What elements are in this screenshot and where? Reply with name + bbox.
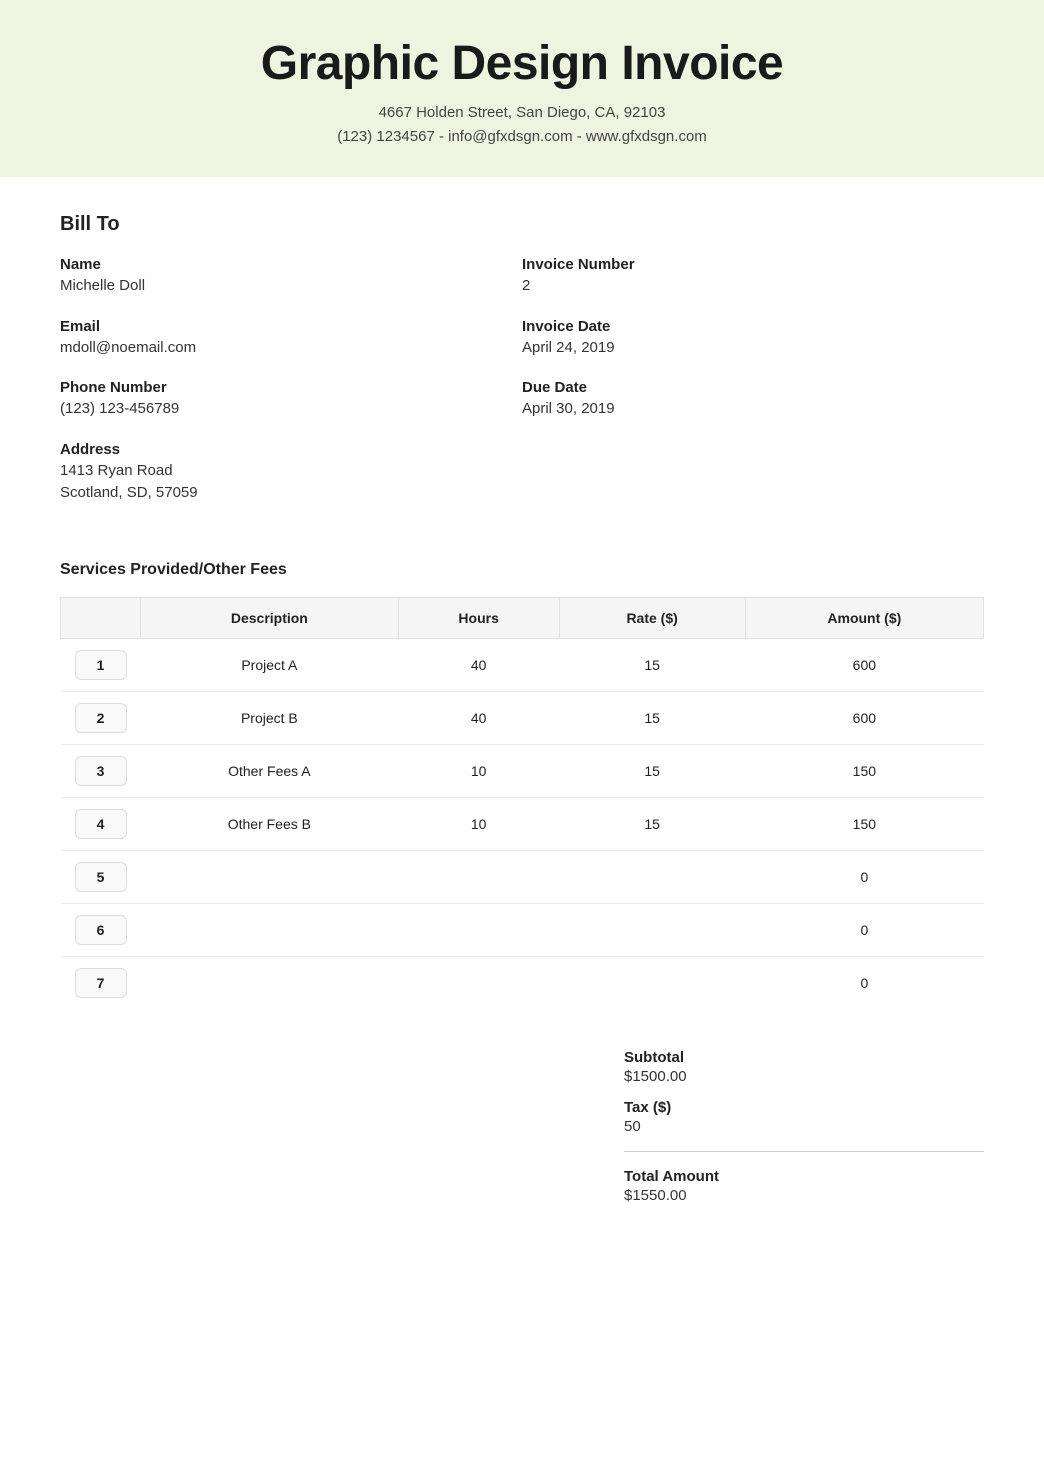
address-line2: (123) 1234567 - info@gfxdsgn.com - www.g… [40,125,1004,149]
row-hours: 10 [398,744,559,797]
row-hours [398,850,559,903]
address-value: 1413 Ryan Road Scotland, SD, 57059 [60,460,522,505]
email-value: mdoll@noemail.com [60,337,522,360]
row-rate [559,903,745,956]
billing-left: Name Michelle Doll Email mdoll@noemail.c… [60,256,522,525]
row-amount: 0 [745,903,983,956]
col-description: Description [141,597,399,638]
row-rate: 15 [559,744,745,797]
col-num [61,597,141,638]
row-amount: 600 [745,638,983,691]
due-date-label: Due Date [522,379,984,396]
due-date-value: April 30, 2019 [522,398,984,421]
tax-label: Tax ($) [624,1099,984,1116]
row-amount: 0 [745,956,983,1009]
row-amount: 150 [745,797,983,850]
subtotal-row: Subtotal $1500.00 [624,1049,984,1085]
name-value: Michelle Doll [60,275,522,298]
row-number: 1 [61,638,141,691]
totals-divider [624,1151,984,1152]
row-description: Project B [141,691,399,744]
table-row: 3 Other Fees A 10 15 150 [61,744,984,797]
row-number: 4 [61,797,141,850]
row-hours: 40 [398,691,559,744]
row-rate: 15 [559,638,745,691]
invoice-number-label: Invoice Number [522,256,984,273]
tax-value: 50 [624,1118,984,1135]
due-date-field: Due Date April 30, 2019 [522,379,984,421]
row-hours [398,903,559,956]
table-row: 6 0 [61,903,984,956]
totals-box: Subtotal $1500.00 Tax ($) 50 Total Amoun… [624,1049,984,1218]
row-description: Other Fees B [141,797,399,850]
row-description [141,903,399,956]
row-hours: 10 [398,797,559,850]
row-number: 6 [61,903,141,956]
invoice-date-field: Invoice Date April 24, 2019 [522,318,984,360]
invoice-header: Graphic Design Invoice 4667 Holden Stree… [0,0,1044,177]
row-amount: 150 [745,744,983,797]
row-rate: 15 [559,797,745,850]
name-label: Name [60,256,522,273]
row-hours [398,956,559,1009]
totals-section: Subtotal $1500.00 Tax ($) 50 Total Amoun… [60,1049,984,1218]
total-value: $1550.00 [624,1187,984,1204]
phone-value: (123) 123-456789 [60,398,522,421]
table-row: 2 Project B 40 15 600 [61,691,984,744]
email-label: Email [60,318,522,335]
billing-info: Name Michelle Doll Email mdoll@noemail.c… [60,256,984,525]
services-table: Description Hours Rate ($) Amount ($) 1 … [60,597,984,1009]
table-row: 5 0 [61,850,984,903]
row-description: Project A [141,638,399,691]
row-description [141,956,399,1009]
phone-label: Phone Number [60,379,522,396]
row-amount: 0 [745,850,983,903]
row-description [141,850,399,903]
address-line1: 1413 Ryan Road [60,460,522,483]
total-label: Total Amount [624,1168,984,1185]
address-field: Address 1413 Ryan Road Scotland, SD, 570… [60,441,522,505]
row-number: 2 [61,691,141,744]
invoice-number-value: 2 [522,275,984,298]
table-row: 7 0 [61,956,984,1009]
tax-row: Tax ($) 50 [624,1099,984,1135]
row-amount: 600 [745,691,983,744]
total-amount-row: Total Amount $1550.00 [624,1168,984,1204]
row-hours: 40 [398,638,559,691]
row-rate [559,850,745,903]
company-address: 4667 Holden Street, San Diego, CA, 92103… [40,101,1004,149]
invoice-content: Bill To Name Michelle Doll Email mdoll@n… [0,177,1044,1278]
row-number: 5 [61,850,141,903]
row-rate: 15 [559,691,745,744]
invoice-title: Graphic Design Invoice [40,36,1004,91]
table-row: 1 Project A 40 15 600 [61,638,984,691]
address-label: Address [60,441,522,458]
bill-to-title: Bill To [60,213,984,236]
billing-right: Invoice Number 2 Invoice Date April 24, … [522,256,984,525]
email-field: Email mdoll@noemail.com [60,318,522,360]
address-line1: 4667 Holden Street, San Diego, CA, 92103 [40,101,1004,125]
row-rate [559,956,745,1009]
col-amount: Amount ($) [745,597,983,638]
name-field: Name Michelle Doll [60,256,522,298]
row-description: Other Fees A [141,744,399,797]
col-hours: Hours [398,597,559,638]
services-title: Services Provided/Other Fees [60,561,984,579]
address-line2: Scotland, SD, 57059 [60,482,522,505]
invoice-date-label: Invoice Date [522,318,984,335]
row-number: 7 [61,956,141,1009]
table-row: 4 Other Fees B 10 15 150 [61,797,984,850]
subtotal-value: $1500.00 [624,1068,984,1085]
subtotal-label: Subtotal [624,1049,984,1066]
invoice-number-field: Invoice Number 2 [522,256,984,298]
invoice-date-value: April 24, 2019 [522,337,984,360]
row-number: 3 [61,744,141,797]
phone-field: Phone Number (123) 123-456789 [60,379,522,421]
col-rate: Rate ($) [559,597,745,638]
table-header-row: Description Hours Rate ($) Amount ($) [61,597,984,638]
